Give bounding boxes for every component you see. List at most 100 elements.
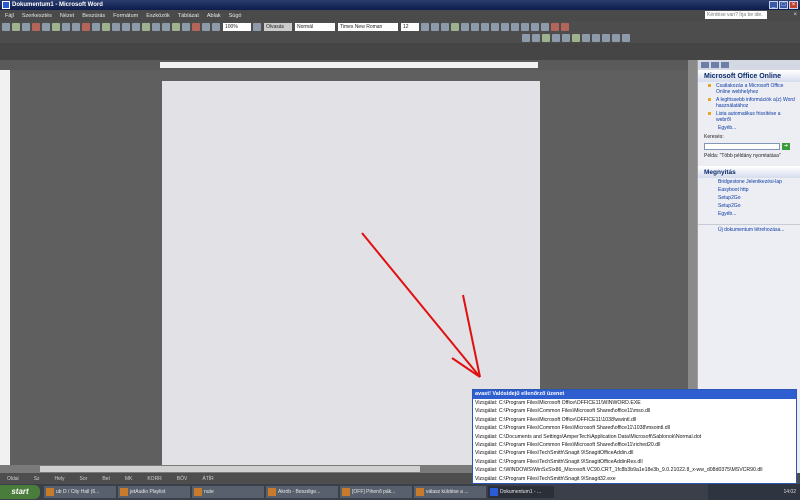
hyperlink-icon[interactable] [142, 22, 150, 31]
bullet-icon [708, 98, 711, 101]
bullets-icon[interactable] [511, 22, 519, 31]
menu-tools[interactable]: Eszközök [146, 13, 170, 19]
scroll-thumb[interactable] [40, 466, 420, 472]
align-right-icon[interactable] [471, 22, 479, 31]
font-size-select[interactable]: 12 [401, 22, 419, 31]
menu-format[interactable]: Formátum [113, 13, 138, 19]
taskbar-item[interactable]: Akrób - Beszélge... [266, 486, 338, 498]
close-button[interactable]: × [789, 1, 798, 9]
font-color-icon[interactable] [561, 22, 569, 31]
format-painter-icon[interactable] [112, 22, 120, 31]
wordart-icon[interactable] [542, 33, 550, 42]
paste-icon[interactable] [102, 22, 110, 31]
open-more-link[interactable]: Egyéb... [698, 210, 800, 218]
menu-insert[interactable]: Beszúrás [82, 13, 105, 19]
minimize-button[interactable]: _ [769, 1, 778, 9]
home-icon[interactable] [721, 62, 729, 68]
decrease-indent-icon[interactable] [521, 22, 529, 31]
increase-indent-icon[interactable] [531, 22, 539, 31]
shadow-icon[interactable] [612, 33, 620, 42]
menu-window[interactable]: Ablak [207, 13, 221, 19]
research-icon[interactable] [72, 22, 80, 31]
zoom-select[interactable]: 100% [223, 22, 251, 31]
new-document-icon[interactable] [2, 22, 10, 31]
menu-help[interactable]: Súgó [229, 13, 242, 19]
fill-color-icon[interactable] [582, 33, 590, 42]
print-preview-icon[interactable] [52, 22, 60, 31]
status-ovr[interactable]: ÁTÍR [202, 476, 213, 482]
line-spacing-icon[interactable] [491, 22, 499, 31]
taskbar-item-active[interactable]: Dokumentum1 - ... [488, 486, 554, 498]
taskbar-item[interactable]: [OFF] Pihenő pák... [340, 486, 412, 498]
spelling-icon[interactable] [62, 22, 70, 31]
justify-icon[interactable] [481, 22, 489, 31]
search-go-button[interactable]: ➔ [782, 143, 790, 150]
copy-icon[interactable] [92, 22, 100, 31]
help-search-input[interactable]: Kérdése van? Írja be ide. [705, 11, 767, 19]
taskbar-item[interactable]: jetAudio Playlist [118, 486, 190, 498]
redo-icon[interactable] [132, 22, 140, 31]
columns-icon[interactable] [182, 22, 190, 31]
menu-table[interactable]: Táblázat [178, 13, 199, 19]
online-link-connect[interactable]: Csatlakozás a Microsoft Office Online we… [698, 82, 800, 96]
start-button[interactable]: start [0, 485, 40, 499]
border-icon[interactable] [541, 22, 549, 31]
3d-icon[interactable] [622, 33, 630, 42]
print-icon[interactable] [42, 22, 50, 31]
style-select[interactable]: Normál [295, 22, 335, 31]
forward-icon[interactable] [711, 62, 719, 68]
line-color-icon[interactable] [592, 33, 600, 42]
open-icon[interactable] [12, 22, 20, 31]
insert-table-icon[interactable] [162, 22, 170, 31]
status-trk[interactable]: KORR [147, 476, 161, 482]
read-button[interactable]: Olvasás [264, 22, 292, 31]
menu-edit[interactable]: Szerkesztés [22, 13, 52, 19]
menu-view[interactable]: Nézet [60, 13, 74, 19]
recent-file-item[interactable]: Bridgestone Jelentkezési-lap [698, 178, 800, 186]
permission-icon[interactable] [32, 22, 40, 31]
close-document-icon[interactable]: × [793, 12, 797, 18]
align-center-icon[interactable] [461, 22, 469, 31]
avast-scan-popup[interactable]: avast! Valósidejű ellenőrző üzenet Vizsg… [472, 389, 797, 484]
recent-file-item[interactable]: Easyboot http [698, 186, 800, 194]
recent-file-item[interactable]: Setup2Go [698, 202, 800, 210]
word-app-icon [2, 1, 10, 9]
maximize-button[interactable]: □ [779, 1, 788, 9]
picture-icon[interactable] [572, 33, 580, 42]
status-rec[interactable]: MK [125, 476, 133, 482]
menu-file[interactable]: Fájl [5, 13, 14, 19]
font-select[interactable]: Times New Roman [338, 22, 398, 31]
online-link-update[interactable]: Lista automatikus frissítése a webről [698, 110, 800, 124]
taskbar-item[interactable]: válasz küldése a ... [414, 486, 486, 498]
textbox-icon[interactable] [532, 33, 540, 42]
drawing-tool-icon[interactable] [522, 33, 530, 42]
bold-icon[interactable] [421, 22, 429, 31]
save-icon[interactable] [22, 22, 30, 31]
underline-icon[interactable] [441, 22, 449, 31]
help-icon[interactable] [253, 22, 261, 31]
toolbar-dock [0, 43, 800, 60]
taskbar-item[interactable]: ub D / City Hall (6... [44, 486, 116, 498]
document-map-icon[interactable] [202, 22, 210, 31]
italic-icon[interactable] [431, 22, 439, 31]
taskbar-item[interactable]: nute [192, 486, 264, 498]
insert-excel-icon[interactable] [172, 22, 180, 31]
tables-icon[interactable] [152, 22, 160, 31]
new-document-link[interactable]: Új dokumentum létrehozása... [698, 224, 800, 235]
line-style-icon[interactable] [602, 33, 610, 42]
online-link-news[interactable]: A legfrissebb információk a(z) Word hasz… [698, 96, 800, 110]
numbering-icon[interactable] [501, 22, 509, 31]
diagram-icon[interactable] [552, 33, 560, 42]
undo-icon[interactable] [122, 22, 130, 31]
status-ext[interactable]: BŐV [177, 476, 188, 482]
back-icon[interactable] [701, 62, 709, 68]
clipart-icon[interactable] [562, 33, 570, 42]
cut-icon[interactable] [82, 22, 90, 31]
search-input[interactable] [704, 143, 780, 150]
show-hide-icon[interactable] [212, 22, 220, 31]
highlight-icon[interactable] [551, 22, 559, 31]
recent-file-item[interactable]: Setup2Go [698, 194, 800, 202]
align-left-icon[interactable] [451, 22, 459, 31]
online-more-link[interactable]: Egyéb... [698, 124, 800, 132]
drawing-icon[interactable] [192, 22, 200, 31]
